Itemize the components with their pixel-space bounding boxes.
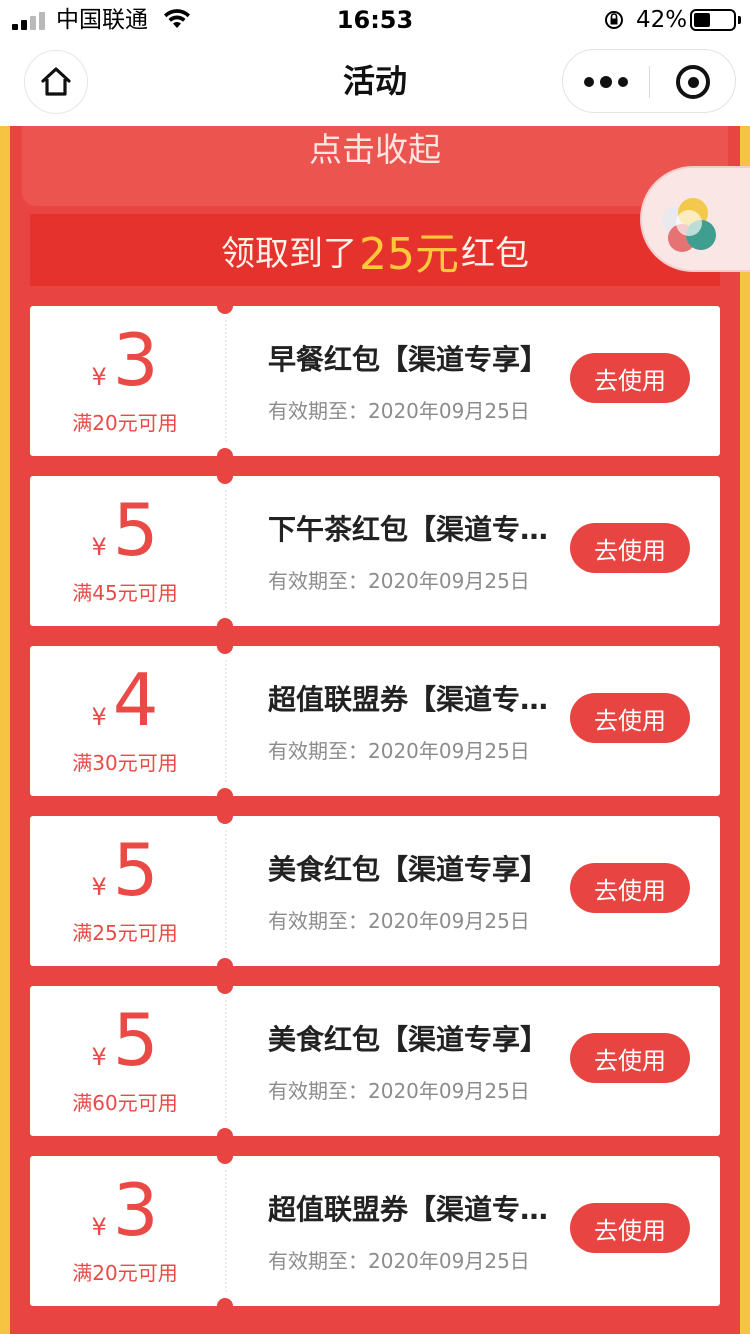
coupon-value: 5 xyxy=(112,998,159,1082)
status-bar: 中国联通 16:53 42% xyxy=(0,0,750,40)
currency-symbol: ¥ xyxy=(91,363,107,391)
coupon-notch xyxy=(217,448,233,464)
close-button[interactable] xyxy=(650,50,736,114)
banner-amount: 25元 xyxy=(359,229,459,280)
coupon-condition: 满60元可用 xyxy=(72,1091,178,1115)
coupon-condition: 满25元可用 xyxy=(72,921,178,945)
activity-content: 点击收起 领取到了 25元 红包 ¥3 满20元可用 早餐红包【渠道专享】 有效期至… xyxy=(0,126,750,1334)
use-coupon-button[interactable]: 去使用 xyxy=(570,523,690,573)
coupon-expiry: 有效期至：2020年09月25日 xyxy=(268,909,530,933)
collapse-link[interactable]: 点击收起 xyxy=(0,128,750,172)
coupon-title: 超值联盟券【渠道专… xyxy=(268,683,549,716)
coupon-notch xyxy=(217,958,233,974)
coupon-divider xyxy=(225,1170,227,1292)
coupon-title: 超值联盟券【渠道专… xyxy=(268,1193,549,1226)
petal-logo-icon xyxy=(662,198,722,254)
banner-suffix: 红包 xyxy=(461,233,529,274)
coupon-divider xyxy=(225,1000,227,1122)
close-target-icon xyxy=(676,65,710,99)
nav-bar: 活动 xyxy=(0,40,750,126)
coupon-condition: 满20元可用 xyxy=(72,1261,178,1285)
coupon-value: 5 xyxy=(112,488,159,572)
reward-banner: 领取到了 25元 红包 xyxy=(30,214,720,286)
coupon-value: 3 xyxy=(112,1168,159,1252)
coupon-amount: ¥5 xyxy=(30,834,220,906)
coupon-notch xyxy=(217,1298,233,1314)
home-button[interactable] xyxy=(24,50,88,114)
coupon-value: 4 xyxy=(112,658,159,742)
coupon-card: ¥3 满20元可用 超值联盟券【渠道专… 有效期至：2020年09月25日 去使… xyxy=(30,1148,720,1314)
more-button[interactable] xyxy=(563,50,649,114)
battery-nub xyxy=(738,16,741,24)
coupon-title: 早餐红包【渠道专享】 xyxy=(268,343,549,376)
use-coupon-button[interactable]: 去使用 xyxy=(570,1033,690,1083)
coupon-divider xyxy=(225,830,227,952)
mini-program-capsule xyxy=(562,49,736,113)
use-coupon-button[interactable]: 去使用 xyxy=(570,1203,690,1253)
coupon-divider xyxy=(225,320,227,442)
coupon-value: 5 xyxy=(112,828,159,912)
coupon-amount: ¥3 xyxy=(30,1174,220,1246)
use-coupon-button[interactable]: 去使用 xyxy=(570,863,690,913)
currency-symbol: ¥ xyxy=(91,1043,107,1071)
coupon-notch xyxy=(217,808,233,824)
coupon-notch xyxy=(217,618,233,634)
coupon-amount: ¥5 xyxy=(30,494,220,566)
use-coupon-button[interactable]: 去使用 xyxy=(570,693,690,743)
coupon-amount: ¥3 xyxy=(30,324,220,396)
coupon-expiry: 有效期至：2020年09月25日 xyxy=(268,739,530,763)
coupon-notch xyxy=(217,1128,233,1144)
battery-percent: 42% xyxy=(636,7,688,33)
more-icon xyxy=(584,77,594,87)
coupon-card: ¥3 满20元可用 早餐红包【渠道专享】 有效期至：2020年09月25日 去使… xyxy=(30,298,720,464)
coupon-value: 3 xyxy=(112,318,159,402)
battery-icon xyxy=(690,9,736,31)
coupon-list: ¥3 满20元可用 早餐红包【渠道专享】 有效期至：2020年09月25日 去使… xyxy=(30,298,720,1326)
coupon-condition: 满20元可用 xyxy=(72,411,178,435)
more-icon-dot xyxy=(618,77,628,87)
coupon-notch xyxy=(217,638,233,654)
coupon-amount: ¥5 xyxy=(30,1004,220,1076)
coupon-notch xyxy=(217,788,233,804)
currency-symbol: ¥ xyxy=(91,703,107,731)
coupon-divider xyxy=(225,660,227,782)
currency-symbol: ¥ xyxy=(91,873,107,901)
coupon-notch xyxy=(217,298,233,314)
floating-menu-button[interactable] xyxy=(640,166,750,272)
coupon-expiry: 有效期至：2020年09月25日 xyxy=(268,399,530,423)
more-icon-dot xyxy=(600,76,612,88)
coupon-amount: ¥4 xyxy=(30,664,220,736)
coupon-divider xyxy=(225,490,227,612)
coupon-condition: 满30元可用 xyxy=(72,751,178,775)
home-icon xyxy=(41,67,71,96)
coupon-expiry: 有效期至：2020年09月25日 xyxy=(268,1079,530,1103)
coupon-expiry: 有效期至：2020年09月25日 xyxy=(268,569,530,593)
orientation-lock-icon xyxy=(605,11,623,29)
coupon-card: ¥4 满30元可用 超值联盟券【渠道专… 有效期至：2020年09月25日 去使… xyxy=(30,638,720,804)
coupon-condition: 满45元可用 xyxy=(72,581,178,605)
coupon-notch xyxy=(217,1148,233,1164)
coupon-title: 下午茶红包【渠道专… xyxy=(268,513,549,546)
coupon-title: 美食红包【渠道专享】 xyxy=(268,1023,549,1056)
coupon-card: ¥5 满45元可用 下午茶红包【渠道专… 有效期至：2020年09月25日 去使… xyxy=(30,468,720,634)
coupon-card: ¥5 满25元可用 美食红包【渠道专享】 有效期至：2020年09月25日 去使… xyxy=(30,808,720,974)
use-coupon-button[interactable]: 去使用 xyxy=(570,353,690,403)
coupon-title: 美食红包【渠道专享】 xyxy=(268,853,549,886)
banner-prefix: 领取到了 xyxy=(221,233,357,274)
coupon-notch xyxy=(217,978,233,994)
coupon-expiry: 有效期至：2020年09月25日 xyxy=(268,1249,530,1273)
coupon-notch xyxy=(217,468,233,484)
battery-level xyxy=(694,13,710,27)
currency-symbol: ¥ xyxy=(91,533,107,561)
currency-symbol: ¥ xyxy=(91,1213,107,1241)
coupon-card: ¥5 满60元可用 美食红包【渠道专享】 有效期至：2020年09月25日 去使… xyxy=(30,978,720,1144)
